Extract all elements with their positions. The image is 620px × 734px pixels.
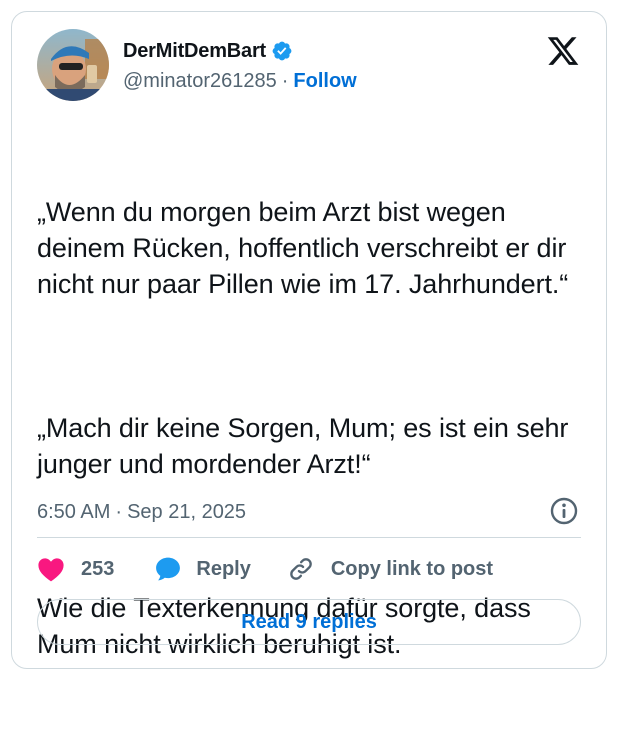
copy-link-button[interactable]: Copy link to post <box>287 555 493 583</box>
handle-separator: · <box>281 70 289 92</box>
x-logo-icon[interactable] <box>546 34 580 68</box>
avatar-image <box>37 29 109 101</box>
timestamp-separator: · <box>115 500 123 523</box>
tweet-paragraph: „Mach dir keine Sorgen, Mum; es ist ein … <box>37 413 576 479</box>
tweet-date[interactable]: Sep 21, 2025 <box>127 501 246 524</box>
reply-label: Reply <box>196 557 251 580</box>
link-icon <box>290 558 312 580</box>
info-icon[interactable] <box>549 496 579 526</box>
tweet-timestamp: 6:50 AM · Sep 21, 2025 <box>37 496 246 528</box>
author-handle-row: @minator261285 · Follow <box>123 70 357 93</box>
reply-button[interactable]: Reply <box>154 555 286 583</box>
like-button[interactable]: 253 <box>37 556 154 582</box>
tweet-card: DerMitDemBart @minator261285 · Follow „W… <box>11 11 607 669</box>
tweet-time[interactable]: 6:50 AM <box>37 501 110 524</box>
tweet-paragraph: „Wenn du morgen beim Arzt bist wegen dei… <box>37 197 574 299</box>
verified-badge-icon <box>271 40 293 62</box>
heart-icon <box>38 558 64 582</box>
author-name-row: DerMitDemBart <box>123 37 293 65</box>
like-count: 253 <box>81 557 115 580</box>
speech-bubble-icon <box>156 557 181 581</box>
author-handle[interactable]: @minator261285 <box>123 70 277 93</box>
avatar[interactable] <box>37 29 109 101</box>
author-display-name[interactable]: DerMitDemBart <box>123 40 266 63</box>
divider <box>37 537 581 538</box>
follow-button[interactable]: Follow <box>293 70 356 93</box>
copy-link-label: Copy link to post <box>330 557 494 580</box>
action-bar: 253 Reply Copy link to post <box>37 551 493 587</box>
read-replies-button[interactable]: Read 9 replies <box>37 599 581 645</box>
